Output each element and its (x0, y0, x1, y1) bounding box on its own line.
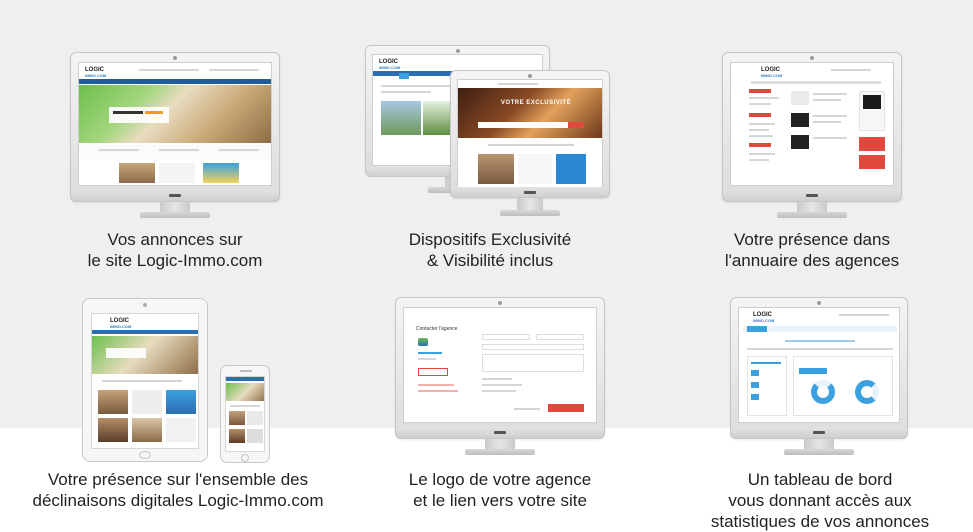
caption-line: Votre présence sur l'ensemble des (47, 470, 309, 489)
caption-exclusivity: Dispositifs Exclusivité & Visibilité inc… (380, 229, 600, 271)
monitor-dashboard: LOGIC IMMO.COM (730, 297, 908, 459)
caption-listings: Vos annonces sur le site Logic-Immo.com (75, 229, 275, 271)
caption-dashboard: Un tableau de bord vous donnant accès au… (700, 469, 940, 532)
monitor-listings: LOGIC IMMO.COM (70, 52, 280, 222)
directory-screen: LOGIC IMMO.COM (730, 62, 894, 186)
hero-image-exclusive (458, 88, 602, 138)
phone-device (220, 365, 270, 463)
dashboard-screen: LOGIC IMMO.COM (738, 307, 900, 423)
logo-sub: IMMO.COM (753, 318, 775, 323)
contact-title: Contacter l'agence (416, 326, 458, 332)
monitor-front: VOTRE EXCLUSIVITÉ (450, 70, 610, 220)
caption-line: Vos annonces sur (107, 230, 243, 249)
monitor-directory: LOGIC IMMO.COM (722, 52, 902, 222)
caption-line: et le lien vers votre site (413, 491, 587, 510)
caption-line: Le logo de votre agence (408, 470, 592, 489)
contact-screen: Contacter l'agence (403, 307, 597, 423)
caption-line: Dispositifs Exclusivité (408, 230, 572, 249)
phone-screen (225, 376, 265, 452)
caption-line: Un tableau de bord (747, 470, 893, 489)
caption-directory: Votre présence dans l'annuaire des agenc… (712, 229, 912, 271)
caption-line: vous donnant accès aux (728, 491, 912, 510)
caption-digital: Votre présence sur l'ensemble des déclin… (18, 469, 338, 511)
website-screen-front: VOTRE EXCLUSIVITÉ (457, 79, 603, 189)
hero-image (79, 85, 271, 143)
caption-line: Votre présence dans (734, 230, 890, 249)
monitor-contact: Contacter l'agence (395, 297, 605, 459)
tablet-screen: LOGIC IMMO.COM (91, 313, 199, 449)
caption-line: déclinaisons digitales Logic-Immo.com (32, 491, 324, 510)
caption-line: le site Logic-Immo.com (87, 251, 263, 270)
tablet-device: LOGIC IMMO.COM (82, 298, 208, 462)
logo-sub: IMMO.COM (761, 73, 783, 78)
caption-line: statistiques de vos annonces (710, 512, 930, 531)
caption-line: & Visibilité inclus (426, 251, 554, 270)
hero-exclusive-text: VOTRE EXCLUSIVITÉ (500, 100, 572, 106)
caption-logo-link: Le logo de votre agence et le lien vers … (390, 469, 610, 511)
caption-line: l'annuaire des agences (724, 251, 900, 270)
website-screen: LOGIC IMMO.COM (78, 62, 272, 186)
